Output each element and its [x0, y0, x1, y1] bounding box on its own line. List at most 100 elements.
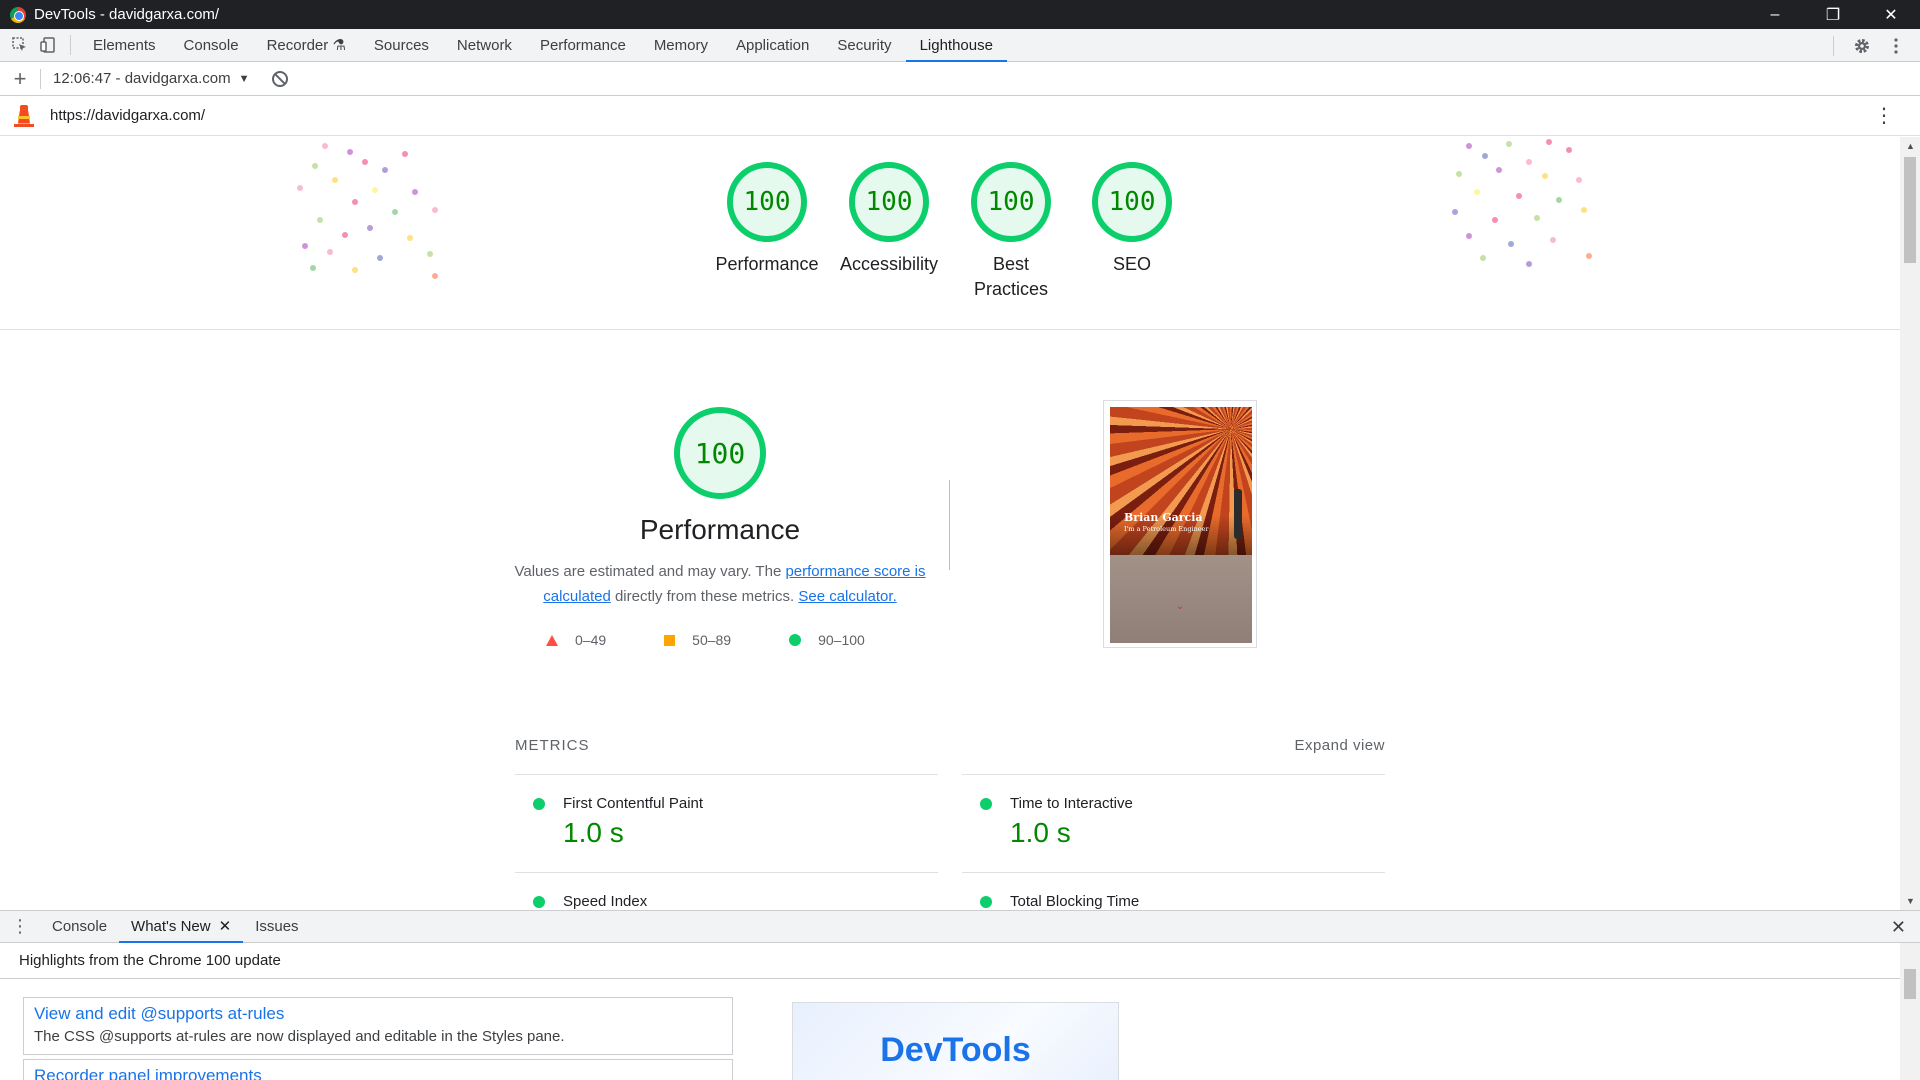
- expand-view-toggle[interactable]: Expand view: [1294, 737, 1385, 754]
- tab-performance[interactable]: Performance: [526, 29, 640, 62]
- hero-subtitle: I'm a Petroleum Engineer: [1124, 525, 1209, 533]
- drawer-tab-console[interactable]: Console: [40, 911, 119, 943]
- report-selector-label: 12:06:47 - davidgarxa.com: [53, 70, 231, 87]
- feature-card[interactable]: View and edit @supports at-rules The CSS…: [23, 997, 733, 1055]
- pass-circle-icon: [980, 895, 992, 908]
- pass-circle-icon: [533, 895, 545, 908]
- tab-security[interactable]: Security: [823, 29, 905, 62]
- toolbar-divider: [40, 68, 41, 89]
- report-url-bar: https://davidgarxa.com/ ⋮: [0, 96, 1920, 136]
- pass-circle-icon: [533, 797, 545, 810]
- feature-card[interactable]: Recorder panel improvements: [23, 1059, 733, 1080]
- tab-application[interactable]: Application: [722, 29, 823, 62]
- more-options-icon[interactable]: [1882, 32, 1910, 60]
- score-value: 100: [1092, 162, 1172, 242]
- final-screenshot-image: Brian Garcia I'm a Petroleum Engineer ⌄: [1110, 407, 1252, 643]
- see-calculator-link[interactable]: See calculator.: [798, 588, 896, 605]
- devtools-logo-text: DevTools: [880, 1031, 1031, 1069]
- scrollbar-thumb[interactable]: [1904, 157, 1916, 263]
- metric-label: First Contentful Paint: [563, 795, 704, 812]
- drawer-tab-label: What's New: [131, 917, 211, 935]
- feature-description: The CSS @supports at-rules are now displ…: [34, 1028, 565, 1045]
- drawer-tab-issues[interactable]: Issues: [243, 911, 310, 943]
- close-drawer-icon[interactable]: ✕: [1891, 917, 1906, 938]
- description-text: directly from these metrics.: [610, 588, 799, 605]
- tab-recorder[interactable]: Recorder ⚗: [253, 29, 360, 62]
- lighthouse-toolbar: + 12:06:47 - davidgarxa.com ▼: [0, 62, 1920, 96]
- tab-console[interactable]: Console: [170, 29, 253, 62]
- drawer-scrollbar[interactable]: [1900, 943, 1920, 1080]
- fail-triangle-icon: [546, 634, 558, 646]
- pass-circle-icon: [789, 634, 802, 646]
- score-gauge-accessibility[interactable]: 100 Accessibility: [819, 162, 959, 277]
- person-figure: [1234, 489, 1242, 539]
- metric-time-to-interactive: Time to Interactive 1.0 s: [962, 774, 1385, 849]
- report-url[interactable]: https://davidgarxa.com/: [50, 107, 205, 124]
- close-tab-icon[interactable]: ✕: [219, 911, 232, 943]
- device-toolbar-icon[interactable]: [34, 31, 62, 59]
- scroll-down-arrow-icon[interactable]: ▼: [1906, 896, 1915, 906]
- chrome-logo-icon: [10, 6, 26, 23]
- tab-elements[interactable]: Elements: [79, 29, 170, 62]
- pass-circle-icon: [980, 797, 992, 810]
- report-menu-icon[interactable]: ⋮: [1874, 106, 1894, 126]
- tab-network[interactable]: Network: [443, 29, 526, 62]
- legend-range: 0–49: [575, 632, 607, 648]
- description-text: Values are estimated and may vary. The: [514, 563, 786, 580]
- score-label: Accessibility: [839, 254, 939, 274]
- summary-scores: 100 Performance 100 Accessibility 100 Be…: [0, 137, 1900, 330]
- performance-title: Performance: [639, 514, 801, 545]
- metrics-header: METRICS Expand view: [515, 737, 1385, 754]
- legend-pass: 90–100: [789, 632, 865, 648]
- scrollbar-thumb[interactable]: [1904, 969, 1916, 999]
- toolbar-divider: [1833, 35, 1834, 56]
- score-gauge-performance[interactable]: 100 Performance: [697, 162, 837, 277]
- drawer-tab-label: Console: [52, 917, 108, 935]
- clear-reports-icon[interactable]: [271, 70, 288, 87]
- drawer-tab-whats-new[interactable]: What's New ✕: [119, 911, 244, 943]
- tab-memory[interactable]: Memory: [640, 29, 722, 62]
- toolbar-divider: [70, 35, 71, 55]
- tab-sources[interactable]: Sources: [360, 29, 443, 62]
- final-screenshot[interactable]: Brian Garcia I'm a Petroleum Engineer ⌄: [1103, 400, 1257, 648]
- settings-icon[interactable]: [1848, 32, 1876, 60]
- confetti-left: [292, 137, 472, 287]
- lighthouse-report: 100 Performance 100 Accessibility 100 Be…: [0, 137, 1900, 910]
- feature-title[interactable]: View and edit @supports at-rules: [34, 1004, 722, 1024]
- report-selector[interactable]: 12:06:47 - davidgarxa.com ▼: [53, 70, 250, 87]
- window-title: DevTools - davidgarxa.com/: [34, 6, 220, 23]
- performance-description: Values are estimated and may vary. The p…: [508, 559, 932, 609]
- devtools-tabstrip: Elements Console Recorder ⚗ Sources Netw…: [0, 29, 1920, 62]
- devtools-promo-image: DevTools: [792, 1002, 1119, 1080]
- new-report-button[interactable]: +: [0, 66, 40, 92]
- whats-new-body: View and edit @supports at-rules The CSS…: [0, 979, 1900, 1080]
- metric-value: 1.0 s: [563, 817, 624, 848]
- score-value: 100: [971, 162, 1051, 242]
- feature-title[interactable]: Recorder panel improvements: [34, 1066, 722, 1080]
- performance-divider: [949, 480, 950, 570]
- drawer-tabstrip: ⋮ Console What's New ✕ Issues ✕: [0, 910, 1920, 943]
- average-square-icon: [664, 634, 676, 646]
- metric-speed-index: Speed Index: [515, 872, 938, 910]
- score-gauge-seo[interactable]: 100 SEO: [1062, 162, 1202, 277]
- metric-total-blocking-time: Total Blocking Time: [962, 872, 1385, 910]
- metric-value: 1.0 s: [1010, 817, 1071, 848]
- tab-lighthouse[interactable]: Lighthouse: [905, 29, 1008, 62]
- window-controls: – ❐ ✕: [1746, 0, 1920, 29]
- minimize-button[interactable]: –: [1746, 0, 1804, 29]
- inspect-icon[interactable]: [6, 31, 34, 59]
- score-value: 100: [849, 162, 929, 242]
- legend-fail: 0–49: [546, 632, 606, 648]
- metric-label: Total Blocking Time: [1010, 893, 1140, 910]
- restore-button[interactable]: ❐: [1804, 0, 1862, 29]
- scroll-up-icon[interactable]: ▲: [1906, 141, 1915, 151]
- hero-name: Brian Garcia: [1124, 511, 1203, 524]
- metric-label: Speed Index: [563, 893, 648, 910]
- close-window-button[interactable]: ✕: [1862, 0, 1920, 29]
- report-scrollbar[interactable]: ▲ ▼: [1900, 137, 1920, 910]
- score-gauge-best-practices[interactable]: 100 Best Practices: [941, 162, 1081, 302]
- metric-first-contentful-paint: First Contentful Paint 1.0 s: [515, 774, 938, 849]
- scroll-down-icon: ⌄: [1176, 601, 1185, 612]
- drawer-tab-label: Issues: [255, 917, 299, 935]
- drawer-menu-icon[interactable]: ⋮: [0, 916, 40, 937]
